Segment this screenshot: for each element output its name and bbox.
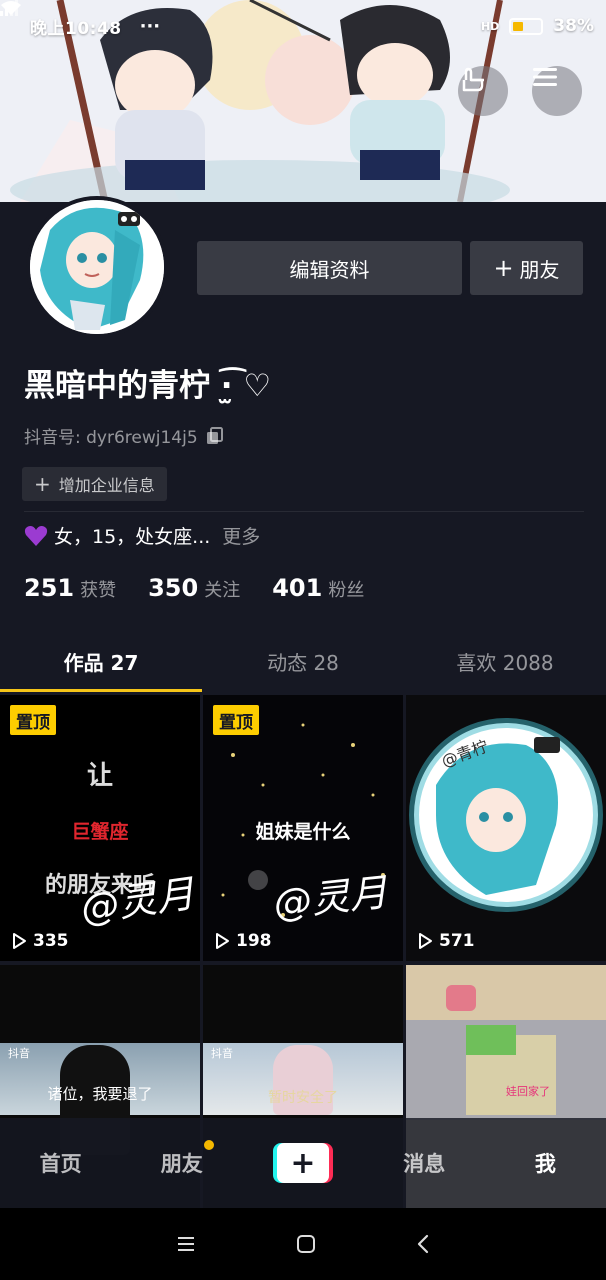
purple-heart-icon <box>24 525 48 546</box>
bio-more-link[interactable]: 更多 <box>222 522 260 549</box>
copy-icon[interactable] <box>206 426 224 445</box>
thumb-text: 暂时安全了 <box>268 1090 338 1106</box>
add-friend-label: 朋友 <box>519 257 560 282</box>
notification-dot <box>204 1140 215 1150</box>
douyin-watermark: 抖音 <box>211 1047 233 1060</box>
back-icon[interactable] <box>416 1234 430 1254</box>
stat-likes[interactable]: 251 获赞 <box>24 574 116 602</box>
play-icon <box>13 933 26 949</box>
profile-screen: 晚上10:48 ··· HD 38% 编辑资料 + 朋友 黑暗中的青柠 ·̫͡ … <box>0 0 606 1280</box>
tab-likes[interactable]: 喜欢 2088 <box>404 630 606 692</box>
home-icon[interactable] <box>296 1234 316 1254</box>
play-count-value: 571 <box>439 931 475 951</box>
network-label: HD <box>480 19 500 33</box>
menu-button[interactable] <box>532 66 582 116</box>
play-count: 335 <box>10 931 69 951</box>
system-nav-bar <box>0 1208 606 1280</box>
stat-label: 粉丝 <box>328 580 365 601</box>
status-time: 晚上10:48 <box>30 18 122 39</box>
video-thumbnail[interactable]: @青柠 571 <box>406 695 606 961</box>
thumb-text: 巨蟹座 <box>71 821 129 843</box>
enterprise-label: 增加企业信息 <box>58 476 155 495</box>
menu-icon <box>533 68 557 86</box>
stat-followers[interactable]: 401 粉丝 <box>272 574 364 602</box>
stat-label: 关注 <box>204 580 241 601</box>
bio-row[interactable]: 女，15，处女座... 更多 <box>24 522 260 549</box>
recent-apps-icon[interactable] <box>176 1235 196 1253</box>
divider <box>24 511 584 512</box>
play-icon <box>216 933 229 949</box>
plus-icon: + <box>493 254 514 282</box>
thumb-text: 让 <box>86 761 113 791</box>
nav-messages[interactable]: 消息 <box>364 1148 485 1178</box>
pinned-badge: 置顶 <box>10 705 56 735</box>
stat-following[interactable]: 350 关注 <box>148 574 240 602</box>
hand-point-icon <box>462 67 484 92</box>
status-bar: 晚上10:48 ··· HD 38% <box>0 0 606 52</box>
play-count: 571 <box>416 931 475 951</box>
battery-icon <box>509 17 544 35</box>
plus-icon: + <box>277 1143 329 1183</box>
tab-moments[interactable]: 动态 28 <box>202 630 404 692</box>
stats-row: 251 获赞 350 关注 401 粉丝 <box>24 574 364 602</box>
play-count-value: 335 <box>33 931 69 951</box>
wifi-icon <box>1 1 21 15</box>
bio-text: 女，15，处女座... <box>54 526 211 548</box>
play-count-value: 198 <box>236 931 272 951</box>
tab-works[interactable]: 作品 27 <box>0 630 202 692</box>
pinned-badge: 置顶 <box>213 705 259 735</box>
thumb-text: 姐妹是什么 <box>255 821 351 843</box>
stat-number: 401 <box>272 574 323 602</box>
status-right: HD 38% <box>0 0 594 36</box>
avatar-image <box>30 200 164 334</box>
play-icon <box>419 933 432 949</box>
thumb-scene <box>406 965 606 1025</box>
thumb-heart <box>446 985 476 1011</box>
profile-banner[interactable]: 晚上10:48 ··· HD 38% <box>0 0 606 202</box>
thumb-text: 诸位，我要退了 <box>47 1085 153 1103</box>
nav-create[interactable]: + <box>242 1143 363 1183</box>
nickname: 黑暗中的青柠 ·̫͡ ♡ <box>24 368 272 404</box>
status-dots: ··· <box>139 15 161 37</box>
nav-me[interactable]: 我 <box>485 1148 606 1178</box>
avatar-thumbnail-image: @青柠 <box>409 718 603 912</box>
douyin-watermark: 抖音 <box>8 1047 30 1060</box>
add-enterprise-info-button[interactable]: + 增加企业信息 <box>22 467 167 501</box>
nav-home[interactable]: 首页 <box>0 1148 121 1178</box>
play-count: 198 <box>213 931 272 951</box>
nav-friends[interactable]: 朋友 <box>121 1140 242 1178</box>
visitor-button[interactable] <box>458 66 508 116</box>
add-friend-button[interactable]: + 朋友 <box>470 241 583 295</box>
stat-label: 获赞 <box>80 580 117 601</box>
douyin-id: 抖音号: dyr6rewj14j5 <box>24 428 198 448</box>
edit-profile-label: 编辑资料 <box>289 257 370 282</box>
thumb-text: 娃回家了 <box>506 1085 550 1098</box>
video-thumbnail[interactable]: 让 巨蟹座 的朋友来听 @灵月 置顶 335 <box>0 695 200 961</box>
stat-number: 350 <box>148 574 199 602</box>
bottom-nav: 首页 朋友 + 消息 我 <box>0 1118 606 1208</box>
nav-friends-label: 朋友 <box>160 1152 203 1176</box>
thumb-block <box>466 1025 516 1055</box>
edit-profile-button[interactable]: 编辑资料 <box>197 241 462 295</box>
create-button[interactable]: + <box>273 1143 333 1183</box>
profile-tabs: 作品 27 动态 28 喜欢 2088 <box>0 630 606 692</box>
battery-level: 38% <box>553 16 594 36</box>
douyin-id-row[interactable]: 抖音号: dyr6rewj14j5 <box>24 423 224 448</box>
video-thumbnail[interactable]: 姐妹是什么 @灵月 置顶 198 <box>203 695 403 961</box>
stat-number: 251 <box>24 574 75 602</box>
plus-icon: + <box>34 472 51 496</box>
avatar[interactable] <box>26 196 168 338</box>
